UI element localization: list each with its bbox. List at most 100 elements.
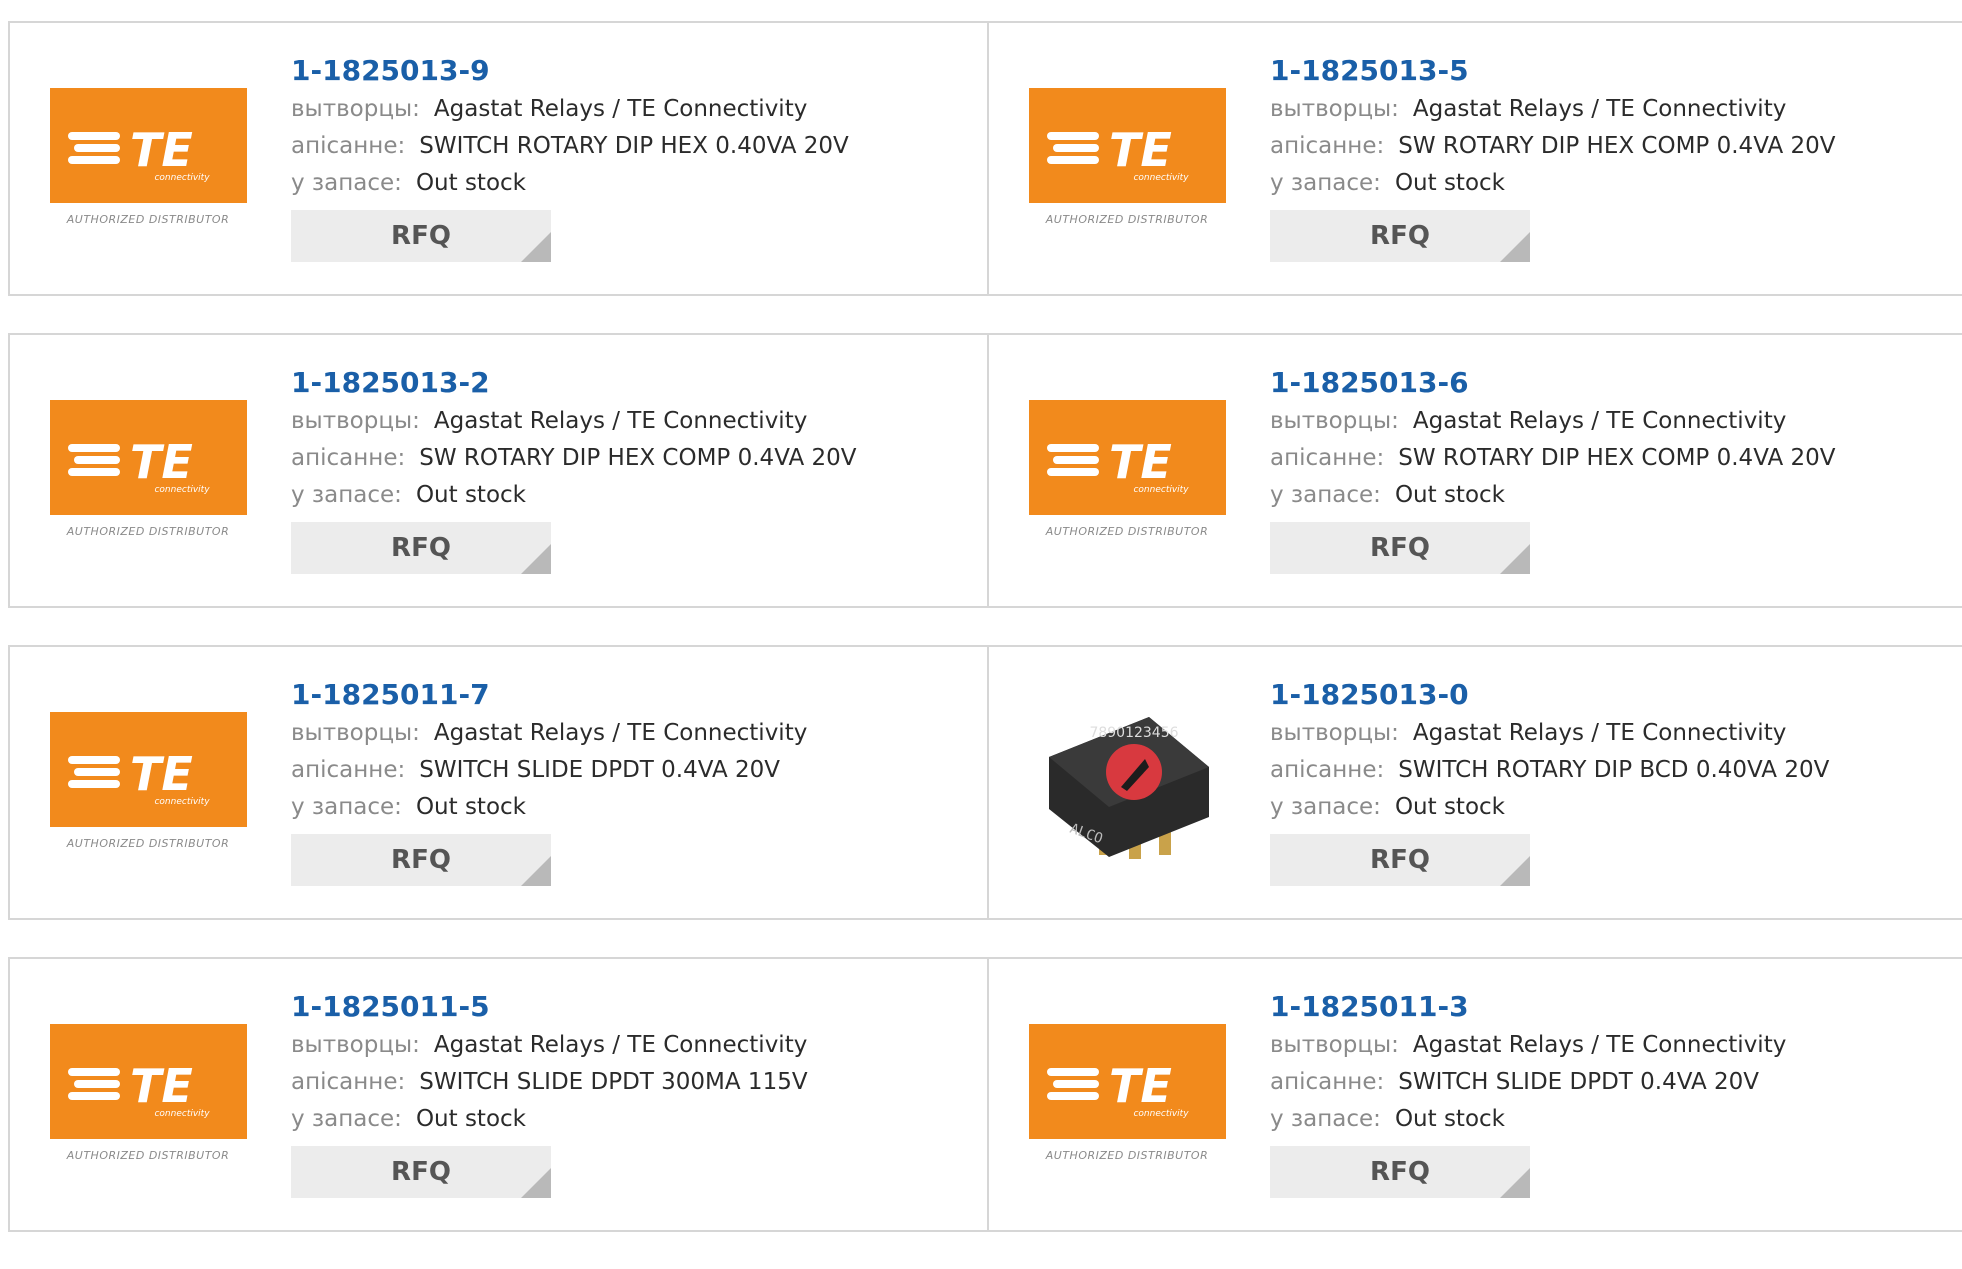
svg-text:connectivity: connectivity	[154, 1109, 210, 1119]
svg-text:connectivity: connectivity	[154, 173, 210, 183]
corner-triangle-icon	[1500, 856, 1530, 886]
product-thumbnail[interactable]: TE connectivity AUTHORIZED DISTRIBUTOR	[50, 712, 247, 857]
te-logo-image: TE connectivity AUTHORIZED DISTRIBUTOR	[50, 712, 247, 850]
product-info: 1-1825013-6 вытворцы: Agastat Relays / TE …	[1270, 363, 1836, 574]
part-number-link[interactable]: 1-1825013-0	[1270, 675, 1829, 715]
corner-triangle-icon	[521, 856, 551, 886]
rfq-button[interactable]: RFQ	[1270, 210, 1530, 262]
stock-row: у запасе: Out stock	[291, 1101, 808, 1138]
manufacturer-label: вытворцы:	[1270, 408, 1399, 434]
manufacturer-label: вытворцы:	[1270, 720, 1399, 746]
stock-label: у запасе:	[291, 170, 402, 196]
rfq-label: RFQ	[1370, 845, 1430, 875]
rfq-button[interactable]: RFQ	[1270, 834, 1530, 886]
description-row: апісанне: SW ROTARY DIP HEX COMP 0.4VA 20…	[291, 440, 857, 477]
description-label: апісанне:	[1270, 1069, 1385, 1095]
description-value: SWITCH ROTARY DIP BCD 0.40VA 20V	[1398, 757, 1830, 783]
product-row: TE connectivity AUTHORIZED DISTRIBUTOR 1…	[8, 21, 1962, 296]
product-row: TE connectivity AUTHORIZED DISTRIBUTOR 1…	[8, 957, 1962, 1232]
product-row: TE connectivity AUTHORIZED DISTRIBUTOR 1…	[8, 645, 1962, 920]
svg-text:AUTHORIZED DISTRIBUTOR: AUTHORIZED DISTRIBUTOR	[1045, 213, 1209, 226]
product-thumbnail[interactable]: TE connectivity AUTHORIZED DISTRIBUTOR	[1029, 400, 1226, 545]
rfq-button[interactable]: RFQ	[1270, 1146, 1530, 1198]
stock-row: у запасе: Out stock	[1270, 789, 1829, 826]
svg-text:TE: TE	[130, 747, 193, 801]
manufacturer-row: вытворцы: Agastat Relays / TE Connectivit…	[1270, 91, 1836, 128]
product-row: TE connectivity AUTHORIZED DISTRIBUTOR 1…	[8, 333, 1962, 608]
stock-row: у запасе: Out stock	[1270, 1101, 1786, 1138]
stock-label: у запасе:	[1270, 794, 1381, 820]
stock-row: у запасе: Out stock	[291, 789, 807, 826]
description-value: SWITCH ROTARY DIP HEX 0.40VA 20V	[419, 133, 849, 159]
manufacturer-value: Agastat Relays / TE Connectivity	[1412, 96, 1787, 122]
description-value: SWITCH SLIDE DPDT 0.4VA 20V	[1398, 1069, 1760, 1095]
product-thumbnail[interactable]: TE connectivity AUTHORIZED DISTRIBUTOR	[50, 400, 247, 545]
part-number-link[interactable]: 1-1825013-9	[291, 51, 849, 91]
rfq-label: RFQ	[1370, 221, 1430, 251]
rfq-button[interactable]: RFQ	[291, 522, 551, 574]
stock-value: Out stock	[415, 1106, 526, 1132]
product-card: TE connectivity AUTHORIZED DISTRIBUTOR 1…	[10, 959, 989, 1230]
description-label: апісанне:	[1270, 757, 1385, 783]
manufacturer-value: Agastat Relays / TE Connectivity	[1412, 1032, 1787, 1058]
stock-row: у запасе: Out stock	[291, 165, 849, 202]
product-card: TE connectivity AUTHORIZED DISTRIBUTOR 1…	[989, 959, 1962, 1230]
description-value: SW ROTARY DIP HEX COMP 0.4VA 20V	[1398, 133, 1836, 159]
stock-label: у запасе:	[1270, 170, 1381, 196]
product-info: 1-1825013-0 вытворцы: Agastat Relays / TE …	[1270, 675, 1829, 886]
description-row: апісанне: SWITCH ROTARY DIP BCD 0.40VA 20…	[1270, 752, 1829, 789]
svg-text:7890123456: 7890123456	[1089, 725, 1178, 741]
stock-row: у запасе: Out stock	[291, 477, 857, 514]
product-info: 1-1825013-9 вытворцы: Agastat Relays / TE …	[291, 51, 849, 262]
stock-label: у запасе:	[1270, 1106, 1381, 1132]
te-logo-image: TE connectivity AUTHORIZED DISTRIBUTOR	[1029, 400, 1226, 538]
stock-label: у запасе:	[1270, 482, 1381, 508]
part-number-link[interactable]: 1-1825013-2	[291, 363, 857, 403]
manufacturer-label: вытворцы:	[291, 96, 420, 122]
description-row: апісанне: SWITCH SLIDE DPDT 0.4VA 20V	[1270, 1064, 1786, 1101]
svg-text:AUTHORIZED DISTRIBUTOR: AUTHORIZED DISTRIBUTOR	[66, 1149, 230, 1162]
stock-value: Out stock	[1394, 170, 1505, 196]
svg-text:TE: TE	[130, 435, 193, 489]
svg-text:connectivity: connectivity	[1133, 485, 1189, 495]
product-card: 7890123456 ALCO 1-1825013-0 вытворцы: Agas…	[989, 647, 1962, 918]
manufacturer-value: Agastat Relays / TE Connectivity	[433, 96, 808, 122]
description-row: апісанне: SWITCH SLIDE DPDT 0.4VA 20V	[291, 752, 807, 789]
svg-text:AUTHORIZED DISTRIBUTOR: AUTHORIZED DISTRIBUTOR	[66, 837, 230, 850]
description-value: SW ROTARY DIP HEX COMP 0.4VA 20V	[419, 445, 857, 471]
stock-row: у запасе: Out stock	[1270, 165, 1836, 202]
product-thumbnail[interactable]: TE connectivity AUTHORIZED DISTRIBUTOR	[50, 1024, 247, 1169]
corner-triangle-icon	[1500, 544, 1530, 574]
rfq-button[interactable]: RFQ	[1270, 522, 1530, 574]
product-card: TE connectivity AUTHORIZED DISTRIBUTOR 1…	[10, 647, 989, 918]
part-number-link[interactable]: 1-1825013-6	[1270, 363, 1836, 403]
corner-triangle-icon	[521, 1168, 551, 1198]
rfq-button[interactable]: RFQ	[291, 210, 551, 262]
rfq-label: RFQ	[391, 1157, 451, 1187]
product-card: TE connectivity AUTHORIZED DISTRIBUTOR 1…	[10, 335, 989, 606]
stock-value: Out stock	[1394, 794, 1505, 820]
product-thumbnail[interactable]: TE connectivity AUTHORIZED DISTRIBUTOR	[1029, 88, 1226, 233]
rfq-button[interactable]: RFQ	[291, 1146, 551, 1198]
part-number-link[interactable]: 1-1825011-3	[1270, 987, 1786, 1027]
manufacturer-row: вытворцы: Agastat Relays / TE Connectivit…	[291, 715, 807, 752]
part-number-link[interactable]: 1-1825011-7	[291, 675, 807, 715]
part-number-link[interactable]: 1-1825011-5	[291, 987, 808, 1027]
stock-value: Out stock	[415, 794, 526, 820]
part-number-link[interactable]: 1-1825013-5	[1270, 51, 1836, 91]
stock-value: Out stock	[1394, 1106, 1505, 1132]
product-thumbnail[interactable]: TE connectivity AUTHORIZED DISTRIBUTOR	[50, 88, 247, 233]
te-logo-image: TE connectivity AUTHORIZED DISTRIBUTOR	[50, 88, 247, 226]
stock-label: у запасе:	[291, 482, 402, 508]
description-label: апісанне:	[291, 1069, 406, 1095]
stock-value: Out stock	[415, 482, 526, 508]
product-thumbnail[interactable]: TE connectivity AUTHORIZED DISTRIBUTOR	[1029, 1024, 1226, 1169]
te-logo-image: TE connectivity AUTHORIZED DISTRIBUTOR	[50, 400, 247, 538]
corner-triangle-icon	[521, 544, 551, 574]
svg-text:connectivity: connectivity	[1133, 1109, 1189, 1119]
description-value: SW ROTARY DIP HEX COMP 0.4VA 20V	[1398, 445, 1836, 471]
rotary-switch-image: 7890123456 ALCO	[1029, 697, 1226, 872]
product-thumbnail[interactable]: 7890123456 ALCO	[1029, 697, 1226, 872]
rfq-button[interactable]: RFQ	[291, 834, 551, 886]
description-label: апісанне:	[1270, 445, 1385, 471]
